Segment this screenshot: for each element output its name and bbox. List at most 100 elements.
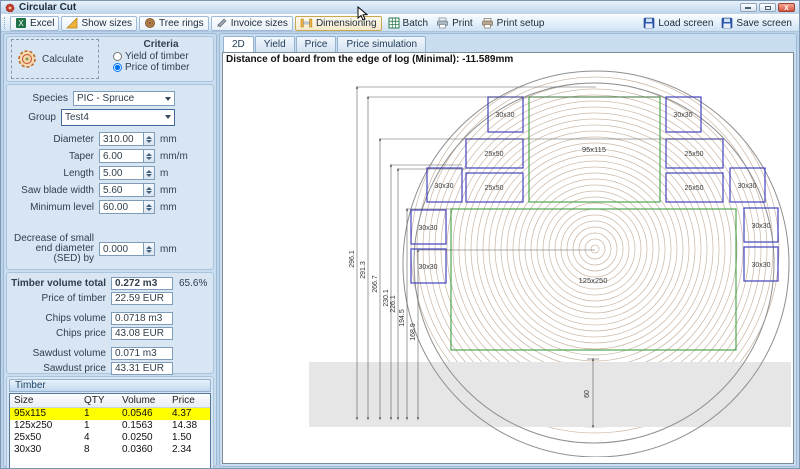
parameters-group: Species PIC - Spruce Group Test4 Diamete… (6, 84, 214, 270)
chips-price-value: 43.08 EUR (111, 327, 173, 340)
table-row[interactable]: 30x3080.03602.34 (10, 444, 210, 456)
waste-band (309, 362, 791, 427)
svg-text:X: X (18, 19, 24, 28)
svg-text:230.1: 230.1 (383, 289, 390, 307)
sed-input[interactable]: 0.000 (99, 242, 143, 256)
excel-icon: X (15, 17, 27, 29)
load-screen-button[interactable]: Load screen (639, 16, 717, 31)
price-radio[interactable] (113, 63, 122, 72)
svg-text:30x30: 30x30 (751, 262, 770, 269)
view-tabs: 2D Yield Price Price simulation (223, 36, 794, 52)
chevron-down-icon (165, 115, 171, 119)
species-dropdown[interactable]: PIC - Spruce (73, 91, 175, 106)
maximize-button[interactable] (759, 3, 776, 12)
svg-text:30x30: 30x30 (751, 223, 770, 230)
sawdust-volume-value: 0.071 m3 (111, 347, 173, 360)
table-row[interactable]: 125x25010.156314.38 (10, 420, 210, 432)
chevron-down-icon (165, 97, 171, 101)
floppy-disk-icon (643, 17, 655, 29)
batch-button[interactable]: Batch (384, 16, 433, 31)
svg-text:25x50: 25x50 (684, 185, 703, 192)
species-label: Species (11, 93, 73, 104)
close-button[interactable]: x (778, 3, 795, 12)
table-row[interactable]: 25x5040.02501.50 (10, 432, 210, 444)
view-panel: 2D Yield Price Price simulation Distance… (219, 33, 797, 467)
timber-table: SizeQTYVolumePrice 95x11510.05464.37 125… (9, 393, 211, 469)
print-setup-button[interactable]: Print setup (477, 16, 549, 31)
group-label: Group (11, 112, 61, 123)
sed-spinner[interactable] (143, 242, 155, 256)
svg-text:25x50: 25x50 (484, 185, 503, 192)
svg-text:30x30: 30x30 (495, 112, 514, 119)
svg-text:30x30: 30x30 (418, 264, 437, 271)
saw-blade-icon (17, 49, 37, 69)
save-screen-button[interactable]: Save screen (717, 16, 796, 31)
timber-volume-total-value: 0.272 m3 (111, 277, 173, 290)
taper-label: Taper (11, 151, 99, 162)
radio-yield-of-timber[interactable]: Yield of timber (113, 51, 209, 62)
svg-text:30x30: 30x30 (418, 225, 437, 232)
diameter-label: Diameter (11, 134, 99, 145)
timber-volume-percent: 65.6% (173, 278, 207, 289)
minimize-button[interactable] (740, 3, 757, 12)
printer-icon (436, 17, 449, 29)
calculate-button[interactable]: Calculate (11, 39, 99, 79)
radio-price-of-timber[interactable]: Price of timber (113, 62, 209, 73)
svg-text:60: 60 (584, 390, 591, 398)
svg-text:194.5: 194.5 (399, 309, 406, 327)
settings-panel: Calculate Criteria Yield of timber Price… (3, 33, 217, 467)
sawdust-volume-label: Sawdust volume (11, 348, 111, 359)
saw-blade-width-label: Saw blade width (11, 185, 99, 196)
saw-blade-width-spinner[interactable] (143, 183, 155, 197)
pencil-icon (216, 17, 228, 29)
table-row[interactable]: 95x11510.05464.37 (10, 408, 210, 420)
chips-volume-label: Chips volume (11, 313, 111, 324)
excel-button[interactable]: X Excel (10, 16, 59, 31)
app-window: Circular Cut x X Excel Show sizes (0, 0, 800, 469)
svg-text:168.9: 168.9 (410, 323, 417, 341)
minimum-level-label: Minimum level (11, 202, 99, 213)
price-of-timber-value: 22.59 EUR (111, 292, 173, 305)
title-bar: Circular Cut x (1, 1, 799, 14)
minimum-level-input[interactable]: 60.00 (99, 200, 143, 214)
svg-text:95x115: 95x115 (582, 145, 606, 154)
tab-yield[interactable]: Yield (255, 36, 295, 52)
svg-text:125x250: 125x250 (579, 276, 608, 285)
diameter-spinner[interactable] (143, 132, 155, 146)
chips-volume-value: 0.0718 m3 (111, 312, 173, 325)
tab-price[interactable]: Price (296, 36, 337, 52)
timber-section-title: Timber (9, 379, 211, 392)
group-dropdown[interactable]: Test4 (61, 109, 175, 126)
window-title: Circular Cut (19, 2, 76, 13)
svg-text:30x30: 30x30 (434, 183, 453, 190)
taper-input[interactable]: 6.00 (99, 149, 143, 163)
taper-spinner[interactable] (143, 149, 155, 163)
svg-text:30x30: 30x30 (673, 112, 692, 119)
toolbar: X Excel Show sizes Tree rings Invoice si (1, 14, 799, 32)
invoice-sizes-button[interactable]: Invoice sizes (211, 16, 293, 31)
svg-text:266.7: 266.7 (372, 275, 379, 293)
criteria-title: Criteria (113, 39, 209, 50)
show-sizes-button[interactable]: Show sizes (61, 16, 137, 31)
minimum-level-spinner[interactable] (143, 200, 155, 214)
tab-2d[interactable]: 2D (223, 36, 254, 52)
app-icon-saw-blade (5, 3, 15, 13)
timber-volume-total-label: Timber volume total (11, 278, 111, 289)
log-cross-section-canvas: Distance of board from the edge of log (… (222, 52, 794, 464)
print-button[interactable]: Print (432, 16, 477, 31)
timber-group: Timber SizeQTYVolumePrice 95x11510.05464… (6, 376, 214, 469)
sawdust-price-value: 43.31 EUR (111, 362, 173, 375)
tree-rings-button[interactable]: Tree rings (139, 16, 209, 31)
length-input[interactable]: 5.00 (99, 166, 143, 180)
length-spinner[interactable] (143, 166, 155, 180)
tab-price-simulation[interactable]: Price simulation (337, 36, 426, 52)
sed-label: Decrease of small end diameter (SED) by (11, 234, 99, 264)
price-of-timber-label: Price of timber (11, 293, 111, 304)
svg-text:291.3: 291.3 (360, 261, 367, 279)
diameter-input[interactable]: 310.00 (99, 132, 143, 146)
floppy-disk-icon (721, 17, 733, 29)
ruler-triangle-icon (66, 17, 78, 29)
saw-blade-width-input[interactable]: 5.60 (99, 183, 143, 197)
yield-radio[interactable] (113, 52, 122, 61)
svg-text:25x50: 25x50 (684, 151, 703, 158)
